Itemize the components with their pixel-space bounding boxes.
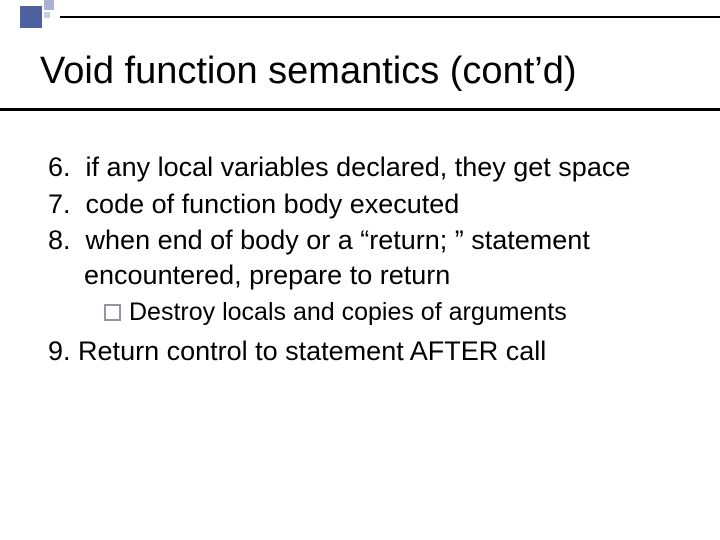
corner-square-tiny <box>44 12 50 18</box>
item-text: when end of body or a “return; ” stateme… <box>84 225 590 290</box>
sub-item: Destroy locals and copies of arguments <box>48 296 680 328</box>
list-item: 7. code of function body executed <box>48 187 680 222</box>
bullet-box-icon <box>104 304 121 321</box>
corner-decoration <box>0 0 90 40</box>
sub-item-text: Destroy locals and copies of arguments <box>129 298 567 326</box>
corner-square-small <box>44 0 54 10</box>
item-text: if any local variables declared, they ge… <box>86 152 631 182</box>
list-item: 6. if any local variables declared, they… <box>48 150 680 185</box>
slide-body: 6. if any local variables declared, they… <box>48 150 680 371</box>
item-number: 6. <box>48 152 71 182</box>
item-text: code of function body executed <box>86 189 460 219</box>
top-rule <box>60 16 720 18</box>
item-text: Return control to statement AFTER call <box>78 336 546 366</box>
title-underline <box>0 108 720 111</box>
list-item: 9. Return control to statement AFTER cal… <box>48 334 680 369</box>
item-number: 8. <box>48 225 71 255</box>
corner-square-large <box>20 6 42 28</box>
item-number: 9. <box>48 336 71 366</box>
list-item: 8. when end of body or a “return; ” stat… <box>48 223 680 292</box>
slide-title: Void function semantics (cont’d) <box>40 50 690 94</box>
slide: Void function semantics (cont’d) 6. if a… <box>0 0 720 540</box>
item-number: 7. <box>48 189 71 219</box>
